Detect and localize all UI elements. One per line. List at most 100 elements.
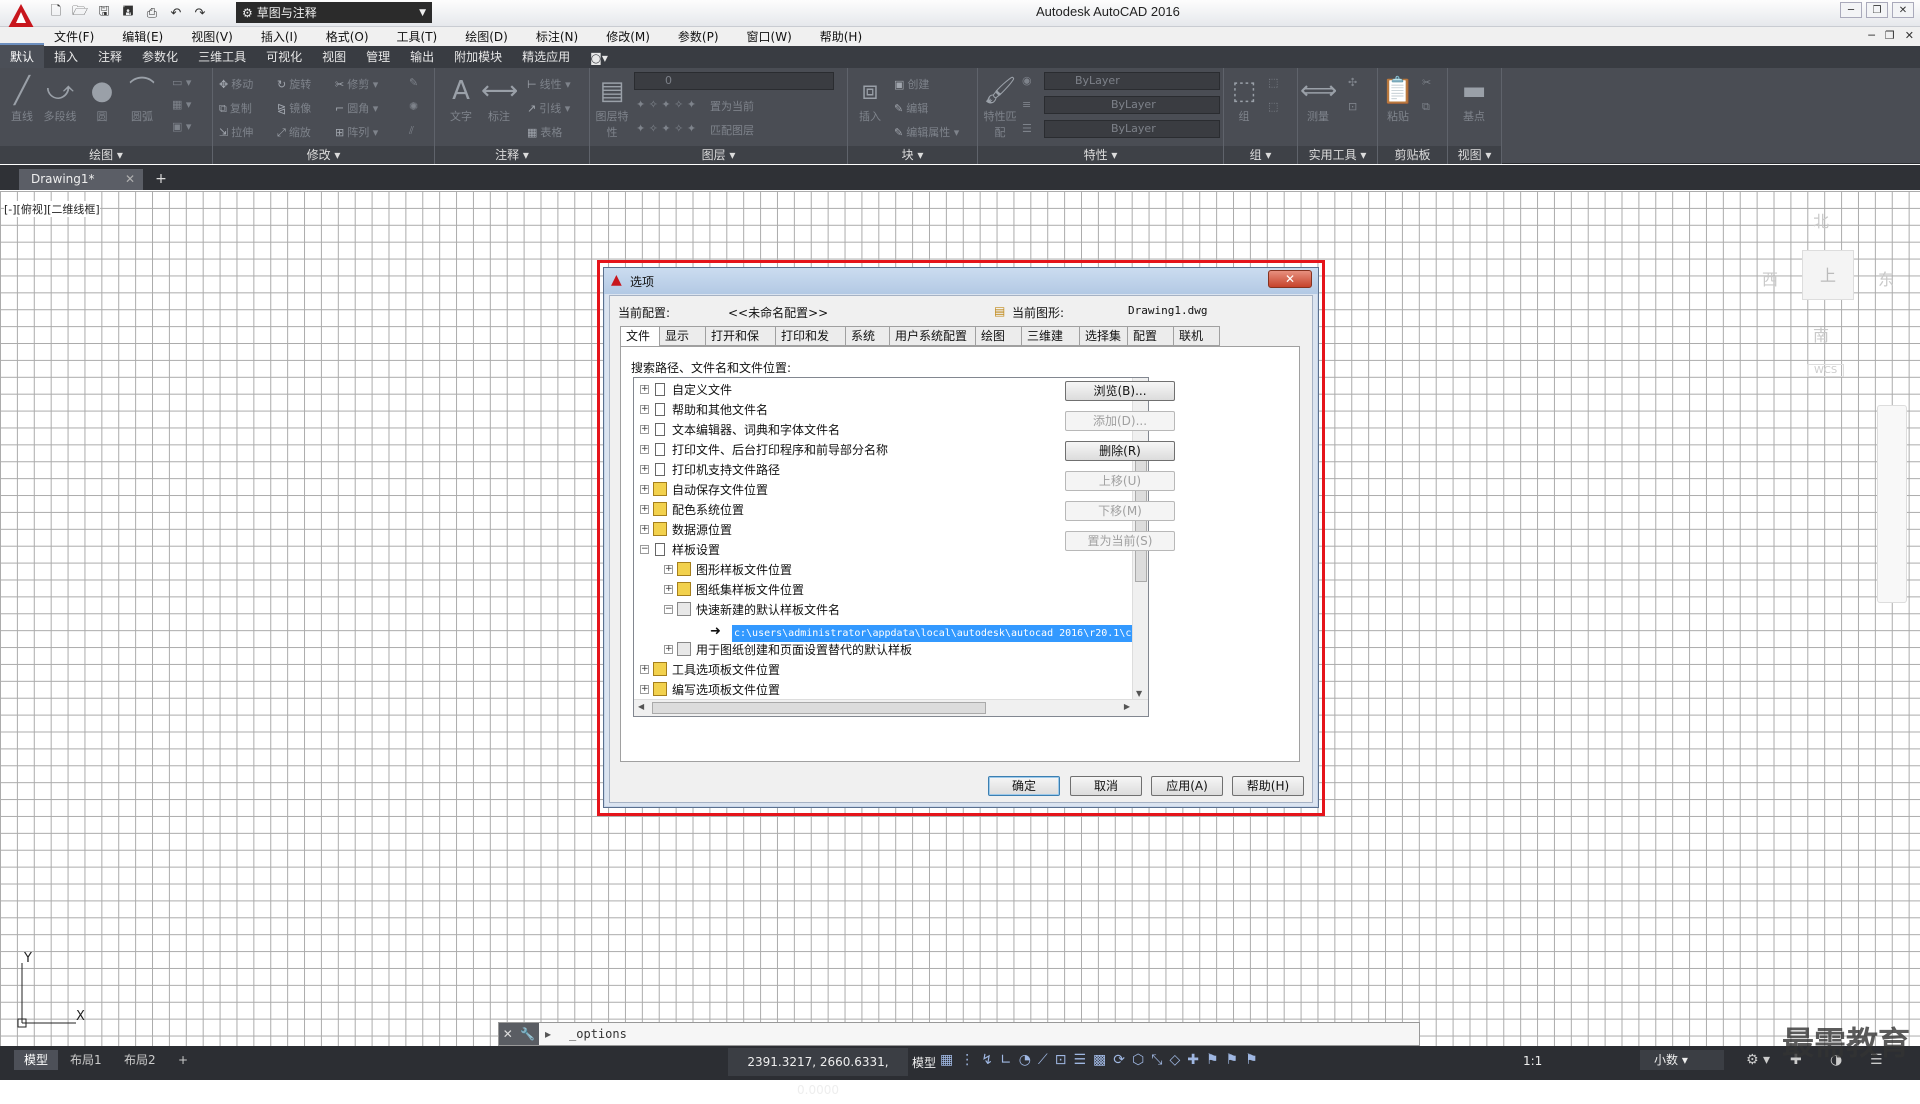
doc-close-icon[interactable]: ✕ (1905, 29, 1914, 42)
units-dropdown[interactable]: 小数 ▾ (1640, 1050, 1724, 1070)
rotate-button[interactable]: ↻ 旋转 (277, 76, 311, 92)
group-edit-icon[interactable]: ⬚ (1268, 100, 1278, 113)
color-wheel-icon[interactable]: ◉ (1022, 74, 1032, 87)
add-button[interactable]: 添加(D)... (1065, 411, 1175, 431)
ortho-icon[interactable]: ∟ (1000, 1052, 1012, 1068)
linetype-icon[interactable]: ☰ (1022, 122, 1032, 135)
point-icon[interactable]: ✣ (1348, 76, 1357, 89)
tab-3d-modeling[interactable]: 三维建模 (1022, 326, 1080, 361)
customize-icon[interactable]: 🔧 (520, 1027, 535, 1041)
tab-default[interactable]: 默认 (0, 43, 45, 68)
rectangle-icon[interactable]: ▭ ▾ (172, 76, 191, 89)
ungroup-icon[interactable]: ⬚ (1268, 76, 1278, 89)
tree-item[interactable]: + 打印文件、后台打印程序和前导部分名称 (640, 440, 888, 458)
menu-draw[interactable]: 绘图(D) (451, 28, 522, 45)
tab-addins[interactable]: 附加模块 (444, 45, 512, 68)
group-button[interactable]: ⬚ 组 (1226, 74, 1262, 124)
isodraft-icon[interactable]: ⟋ (1038, 1052, 1048, 1068)
tab-parametric[interactable]: 参数化 (132, 45, 188, 68)
tab-profiles[interactable]: 配置 (1128, 326, 1174, 346)
panel-title-annotation[interactable]: 注释 ▾ (435, 146, 589, 164)
tab-insert[interactable]: 插入 (44, 45, 88, 68)
dynamic-ucs-icon[interactable]: ⤡ (1151, 1052, 1162, 1068)
create-block-button[interactable]: ▣ 创建 (894, 76, 929, 92)
tree-item[interactable]: + 图形样板文件位置 (664, 560, 792, 578)
scroll-thumb[interactable] (652, 702, 986, 714)
model-space-toggle[interactable]: 模型 (912, 1054, 936, 1071)
plot-icon[interactable]: ⎙ (142, 3, 162, 23)
fillet-button[interactable]: ⌐ 圆角 ▾ (335, 100, 378, 116)
auto-scale-icon[interactable]: ⚑ (1226, 1052, 1239, 1068)
tree-item[interactable]: + 图纸集样板文件位置 (664, 580, 804, 598)
open-file-icon[interactable]: 🗁 (70, 3, 90, 23)
menu-format[interactable]: 格式(O) (312, 28, 383, 45)
grid-icon[interactable]: ▦ (940, 1052, 953, 1068)
menu-tools[interactable]: 工具(T) (383, 28, 452, 45)
undo-icon[interactable]: ↶ (166, 3, 186, 23)
viewcube-north[interactable]: 北 (1813, 208, 1829, 232)
copy-clip-icon[interactable]: ⧉ (1422, 100, 1430, 114)
panel-title-layers[interactable]: 图层 ▾ (590, 146, 847, 164)
move-up-button[interactable]: 上移(U) (1065, 471, 1175, 491)
scroll-right-icon[interactable]: ▶ (1124, 702, 1130, 711)
ribbon-toggle-icon[interactable]: ◙▾ (580, 48, 618, 68)
workspace-selector[interactable]: ⚙ 草图与注释 ▼ (236, 2, 432, 23)
add-layout-icon[interactable]: + (168, 1050, 198, 1070)
browse-button[interactable]: 浏览(B)... (1065, 381, 1175, 401)
infer-icon[interactable]: ↯ (981, 1052, 993, 1068)
arc-button[interactable]: ⌒ 圆弧 (124, 74, 160, 124)
text-button[interactable]: A 文字 (443, 74, 479, 124)
dialog-close-button[interactable]: ✕ (1268, 270, 1312, 288)
erase-icon[interactable]: ✎ (409, 76, 418, 89)
osnap-icon[interactable]: ⊡ (1055, 1052, 1067, 1068)
transparency-icon[interactable]: ▩ (1093, 1052, 1106, 1068)
doc-minimize-icon[interactable]: ─ (1868, 29, 1875, 42)
move-down-button[interactable]: 下移(M) (1065, 501, 1175, 521)
region-icon[interactable]: ▣ ▾ (172, 120, 191, 133)
panel-title-utilities[interactable]: 实用工具 ▾ (1298, 146, 1377, 164)
edit-attribute-button[interactable]: ✎ 编辑属性 ▾ (894, 124, 959, 140)
panel-title-properties[interactable]: 特性 ▾ (978, 146, 1223, 164)
viewcube[interactable]: 北 西 东 南 上 WCS (1755, 206, 1905, 377)
tree-item[interactable]: − 快速新建的默认样板文件名 (664, 600, 840, 618)
selection-cycling-icon[interactable]: ⟳ (1113, 1052, 1125, 1068)
close-tab-icon[interactable]: ✕ (125, 169, 135, 189)
line-button[interactable]: ╱ 直线 (4, 74, 40, 124)
circle-button[interactable]: ● 圆 (84, 74, 120, 124)
layer-tools-row2[interactable]: ✦ ✧ ✦ ✧ ✦ (636, 122, 696, 135)
mirror-button[interactable]: ⧎ 镜像 (277, 100, 311, 116)
gizmo-icon[interactable]: ✚ (1187, 1052, 1199, 1068)
trim-button[interactable]: ✂ 修剪 ▾ (335, 76, 378, 92)
tree-item[interactable]: + 帮助和其他文件名 (640, 400, 768, 418)
insert-block-button[interactable]: ⧈ 插入 (852, 74, 888, 124)
explode-icon[interactable]: ✺ (409, 100, 418, 113)
table-button[interactable]: ▦ 表格 (527, 124, 562, 140)
tab-drafting[interactable]: 绘图 (976, 326, 1022, 346)
ok-button[interactable]: 确定 (988, 776, 1060, 796)
menu-file[interactable]: 文件(F) (40, 28, 108, 45)
tab-manage[interactable]: 管理 (356, 45, 400, 68)
panel-title-groups[interactable]: 组 ▾ (1224, 146, 1297, 164)
polyline-button[interactable]: ⤻ 多段线 (42, 74, 78, 124)
lineweight-dropdown[interactable]: ByLayer (1044, 120, 1220, 138)
selection-filter-icon[interactable]: ◇ (1169, 1052, 1180, 1068)
dialog-title-bar[interactable]: ▲ 选项 ✕ (604, 268, 1318, 294)
tab-selection[interactable]: 选择集 (1080, 326, 1128, 346)
layer-properties-button[interactable]: ▤ 图层特性 (594, 74, 630, 140)
tab-layout2[interactable]: 布局2 (114, 1050, 166, 1070)
layer-dropdown[interactable]: 0 (634, 72, 834, 90)
minimize-icon[interactable]: ─ (1840, 2, 1862, 18)
menu-insert[interactable]: 插入(I) (247, 28, 312, 45)
help-button[interactable]: 帮助(H) (1232, 776, 1304, 796)
coordinates-display[interactable]: 2391.3217, 2660.6331, 0.0000 (728, 1048, 908, 1097)
snap-icon[interactable]: ⋮ (960, 1052, 974, 1068)
panel-title-clipboard[interactable]: 剪贴板 (1378, 146, 1447, 164)
command-input[interactable]: _options (569, 1027, 627, 1041)
offset-icon[interactable]: ⫽ (409, 124, 414, 138)
base-view-button[interactable]: ▬ 基点 (1456, 74, 1492, 124)
command-line[interactable]: ✕ 🔧 ▸ _options (498, 1022, 1420, 1046)
color-dropdown[interactable]: ByLayer (1044, 72, 1220, 90)
tree-item[interactable]: + 用于图纸创建和页面设置替代的默认样板 (664, 640, 912, 658)
set-current-button[interactable]: 置为当前(S) (1065, 531, 1175, 551)
3dosnap-icon[interactable]: ⬡ (1132, 1052, 1144, 1068)
